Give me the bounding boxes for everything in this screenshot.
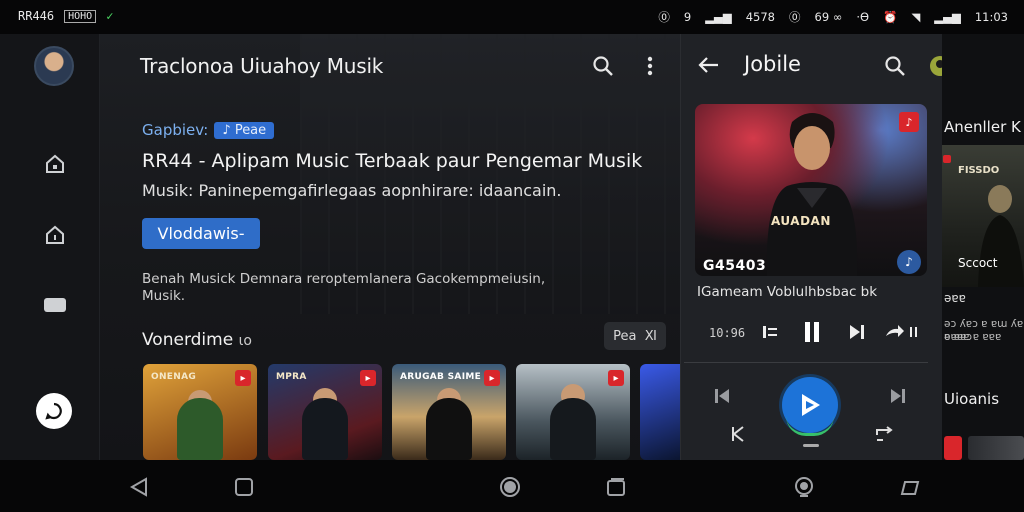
status-item-3: 4578 — [745, 10, 776, 24]
music-note-icon: ♪ — [222, 122, 235, 138]
status-item-4: ⓪ — [789, 10, 801, 24]
album-card[interactable] — [640, 364, 680, 460]
side-card-figure — [978, 185, 1024, 287]
nav-recents-icon[interactable] — [603, 474, 629, 500]
wifi-icon: ◥ — [911, 10, 921, 24]
battery-signal-icon: ▂▄▆ — [934, 10, 961, 24]
create-button[interactable] — [36, 393, 72, 429]
avatar[interactable] — [34, 46, 74, 86]
track-code: G45403 — [703, 258, 767, 274]
section-title: Vonerdime ιο — [142, 330, 252, 350]
nav-tabs-icon[interactable] — [897, 474, 923, 500]
album-artist-figure — [426, 398, 472, 460]
handle-bar — [803, 444, 819, 447]
repeat-icon[interactable] — [873, 424, 895, 444]
side-line-2: ǝɐɐ — [944, 291, 966, 305]
side-card-badge-icon — [943, 155, 951, 163]
status-item-6: ·Ɵ — [856, 10, 870, 24]
album-caption: ONENAG — [151, 372, 197, 382]
app-subline: Musik: Paninepemgafirlegaas aopnhirare: … — [142, 181, 562, 200]
status-item-2: 9 — [683, 10, 692, 24]
play-badge-icon[interactable]: ▸ — [235, 370, 251, 386]
cover-badge-icon[interactable]: ♪ — [899, 112, 919, 132]
elapsed-time: 10:96 — [709, 326, 746, 340]
home-icon[interactable] — [42, 151, 68, 177]
more-options-icon[interactable] — [636, 52, 664, 80]
category-chip[interactable]: ♪ Peae — [214, 121, 275, 139]
player-title: Jobile — [744, 52, 801, 76]
shirt-print-text: AUADAN — [771, 214, 831, 228]
category-line: Gapbiev: ♪ Peae — [142, 121, 275, 139]
queue-icon[interactable] — [760, 322, 780, 342]
album-cover: AUADAN ♪ ♪ — [695, 104, 927, 276]
status-bar: RR446 HOHO ✓ ⓪ 9 ▂▄▆ 4578 ⓪ 69 ∞ ·Ɵ ⏰ ◥ … — [0, 0, 1024, 34]
page-title: Traclonoa Uiuahoy Musik — [140, 54, 384, 78]
status-item-1: ⓪ — [658, 10, 670, 24]
search-icon[interactable] — [589, 52, 617, 80]
see-all-button[interactable]: Pea Ⅺ — [604, 322, 666, 350]
side-thumb[interactable] — [968, 436, 1024, 460]
panel-divider — [684, 362, 928, 363]
previous-icon[interactable] — [710, 386, 734, 406]
pause-icon[interactable] — [800, 320, 824, 344]
album-card[interactable]: ONENAG ▸ — [143, 364, 257, 460]
artist-photo — [766, 113, 858, 276]
back-arrow-icon[interactable] — [694, 51, 722, 79]
nav-assistant-icon[interactable] — [791, 474, 817, 500]
category-chip-label: Peae — [234, 122, 267, 138]
side-line-4: ǝɐɐɐ ɐ ɐɐɐ — [944, 331, 1002, 343]
side-card-text: FISSDO — [958, 165, 1000, 176]
player-search-icon[interactable] — [881, 52, 909, 80]
cover-play-icon[interactable]: ♪ — [897, 250, 921, 274]
see-all-suffix: Ⅺ — [644, 328, 657, 344]
see-all-label: Pea — [613, 328, 637, 344]
app-description: Benah Musick Demnara reroptemlanera Gaco… — [142, 271, 546, 304]
status-time: 11:03 — [974, 10, 1008, 24]
status-item-5: 69 ∞ — [814, 10, 843, 24]
section-title-text: Vonerdime — [142, 330, 234, 350]
signal-icon: ▂▄▆ — [705, 10, 732, 24]
album-card[interactable]: ARUGAB SAIME ▸ — [392, 364, 506, 460]
album-artist-figure — [302, 398, 348, 460]
status-left-text: RR446 — [18, 9, 55, 23]
next-track-icon[interactable] — [846, 322, 868, 342]
skip-icon[interactable] — [886, 386, 910, 406]
album-card[interactable]: MPRA ▸ — [268, 364, 382, 460]
album-artist-figure — [550, 398, 596, 460]
rewind-icon[interactable] — [728, 424, 748, 444]
album-caption: ARUGAB SAIME — [400, 372, 482, 382]
play-badge-icon[interactable]: ▸ — [484, 370, 500, 386]
check-icon: ✓ — [106, 9, 114, 23]
side-thumb[interactable] — [944, 436, 962, 460]
album-card[interactable]: ▸ — [516, 364, 630, 460]
download-button[interactable]: Vloddawis- — [142, 218, 260, 249]
share-icon[interactable] — [882, 322, 922, 342]
category-label: Gapbiev: — [142, 121, 209, 139]
side-line-1: Sccoct — [958, 256, 998, 270]
nav-back-icon[interactable] — [126, 474, 152, 500]
library-icon[interactable] — [42, 222, 68, 248]
play-badge-icon[interactable]: ▸ — [608, 370, 624, 386]
nav-home-icon[interactable] — [231, 474, 257, 500]
section-title-suffix: ιο — [238, 333, 252, 349]
side-header: Anenller K — [944, 118, 1021, 136]
alarm-icon: ⏰ — [883, 10, 898, 24]
app-headline: RR44 - Aplipam Music Terbaak paur Pengem… — [142, 150, 643, 172]
status-left-badge: HOHO — [64, 9, 97, 23]
chat-icon[interactable] — [42, 293, 68, 319]
play-badge-icon[interactable]: ▸ — [360, 370, 376, 386]
nav-center-icon[interactable] — [497, 474, 523, 500]
track-name: IGameam Voblulhbsbac bk — [697, 284, 878, 300]
album-caption: MPRA — [276, 372, 307, 382]
album-artist-figure — [177, 398, 223, 460]
side-footer: Uioanis — [944, 390, 1000, 408]
